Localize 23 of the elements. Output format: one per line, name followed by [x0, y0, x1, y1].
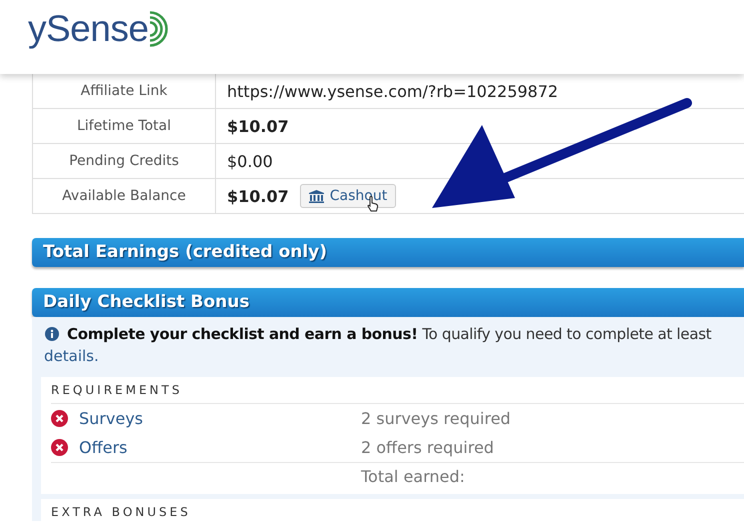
section-header: Daily Checklist Bonus — [32, 288, 744, 317]
requirements-heading: REQUIREMENTS — [51, 383, 744, 404]
table-cell: https://www.ysense.com/?rb=102259872 — [227, 82, 558, 100]
requirement-link[interactable]: Offers — [79, 438, 361, 457]
table-cell: $10.07 — [227, 186, 289, 206]
details-link[interactable]: details. — [41, 343, 744, 365]
section-header: Total Earnings (credited only) — [32, 238, 744, 267]
table-cell: Pending Credits — [33, 144, 216, 178]
info-icon — [45, 327, 59, 341]
logo-text: ySense — [28, 8, 148, 50]
requirement-note: 2 offers required — [361, 438, 494, 457]
requirement-note: 2 surveys required — [361, 409, 511, 428]
table-cell: Affiliate Link — [33, 74, 216, 108]
info-text: Complete your checklist and earn a bonus! To qualify you need to complete at least — [67, 325, 712, 343]
total-label: Total earned: — [361, 467, 465, 486]
rings-icon — [149, 11, 170, 47]
table-cell: Available Balance — [33, 179, 216, 213]
bank-icon — [308, 190, 324, 202]
table-cell: Lifetime Total — [33, 109, 216, 143]
requirement-link[interactable]: Surveys — [79, 409, 361, 428]
table-cell: $10.07 — [227, 116, 289, 136]
table-cell: $0.00 — [227, 152, 273, 170]
bonuses-heading: EXTRA BONUSES — [51, 505, 192, 521]
